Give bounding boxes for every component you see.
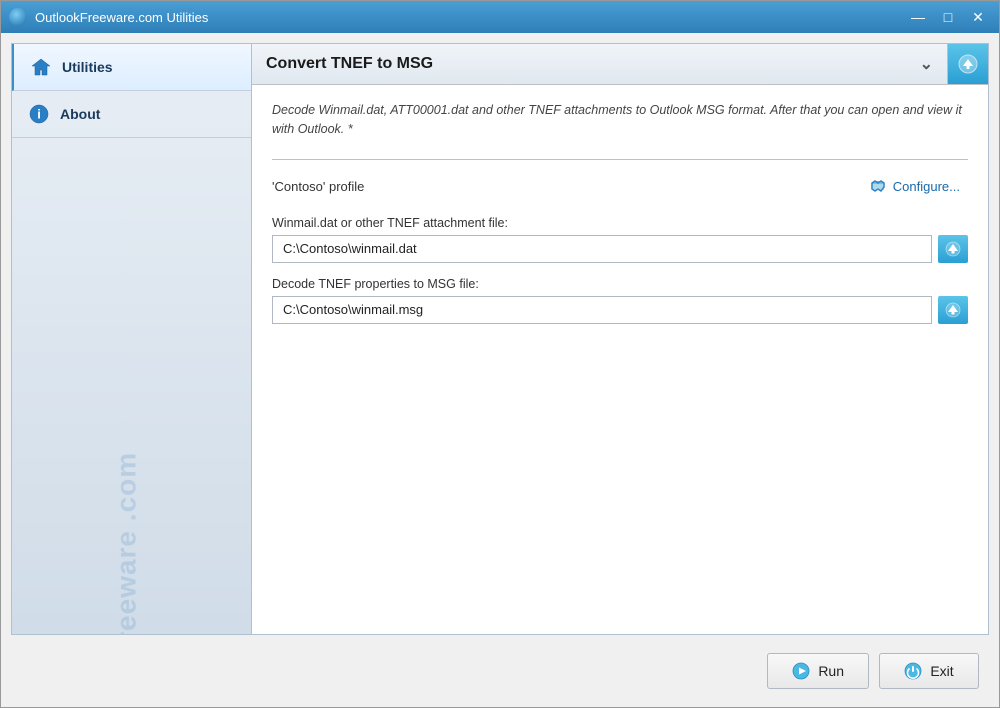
configure-label: Configure... [893, 179, 960, 194]
utilities-label: Utilities [62, 59, 113, 75]
run-label: Run [818, 663, 844, 679]
window-title: OutlookFreeware.com Utilities [35, 10, 905, 25]
upload-button-top[interactable] [948, 44, 988, 84]
profile-row: 'Contoso' profile Configure... [272, 174, 968, 200]
close-button[interactable]: ✕ [965, 7, 991, 27]
dropdown-header: Convert TNEF to MSG ⌄ [252, 44, 988, 85]
about-label: About [60, 106, 100, 122]
sidebar-watermark: Outlook Freeware .com [111, 534, 143, 636]
app-icon [9, 8, 27, 26]
file-browse-button[interactable] [938, 235, 968, 263]
output-browse-button[interactable] [938, 296, 968, 324]
titlebar: OutlookFreeware.com Utilities — □ ✕ [1, 1, 999, 33]
exit-icon [904, 662, 922, 680]
output-row [272, 296, 968, 324]
file-input[interactable] [272, 235, 932, 263]
main-window: OutlookFreeware.com Utilities — □ ✕ Util… [0, 0, 1000, 708]
main-panel: Utilities i About Outlook Freeware .com … [11, 43, 989, 635]
file-input-group: Winmail.dat or other TNEF attachment fil… [272, 216, 968, 263]
configure-icon [869, 178, 887, 196]
info-icon: i [28, 103, 50, 125]
exit-button[interactable]: Exit [879, 653, 979, 689]
right-panel: Convert TNEF to MSG ⌄ Decode Winmail.dat… [251, 43, 989, 635]
sidebar: Utilities i About Outlook Freeware .com [11, 43, 251, 635]
output-group: Decode TNEF properties to MSG file: [272, 277, 968, 324]
svg-text:i: i [37, 107, 41, 122]
exit-label: Exit [930, 663, 953, 679]
output-input[interactable] [272, 296, 932, 324]
home-icon [30, 56, 52, 78]
panel-body: Decode Winmail.dat, ATT00001.dat and oth… [252, 85, 988, 634]
content-area: Utilities i About Outlook Freeware .com … [1, 33, 999, 707]
bottom-toolbar: Run Exit [11, 645, 989, 697]
run-icon [792, 662, 810, 680]
utility-dropdown[interactable]: Convert TNEF to MSG ⌄ [252, 44, 948, 84]
profile-text: 'Contoso' profile [272, 179, 364, 194]
file-input-label: Winmail.dat or other TNEF attachment fil… [272, 216, 968, 230]
dropdown-arrow-icon: ⌄ [920, 54, 933, 74]
upload-icon-top [958, 54, 978, 74]
browse-icon [945, 241, 961, 257]
configure-button[interactable]: Configure... [861, 174, 968, 200]
run-button[interactable]: Run [767, 653, 869, 689]
divider [272, 159, 968, 160]
output-label: Decode TNEF properties to MSG file: [272, 277, 968, 291]
browse-icon-2 [945, 302, 961, 318]
description-text: Decode Winmail.dat, ATT00001.dat and oth… [272, 101, 968, 139]
maximize-button[interactable]: □ [935, 7, 961, 27]
dropdown-selected-label: Convert TNEF to MSG [266, 55, 433, 73]
sidebar-item-about[interactable]: i About [12, 91, 251, 138]
minimize-button[interactable]: — [905, 7, 931, 27]
sidebar-item-utilities[interactable]: Utilities [12, 44, 251, 91]
file-input-row [272, 235, 968, 263]
titlebar-buttons: — □ ✕ [905, 7, 991, 27]
